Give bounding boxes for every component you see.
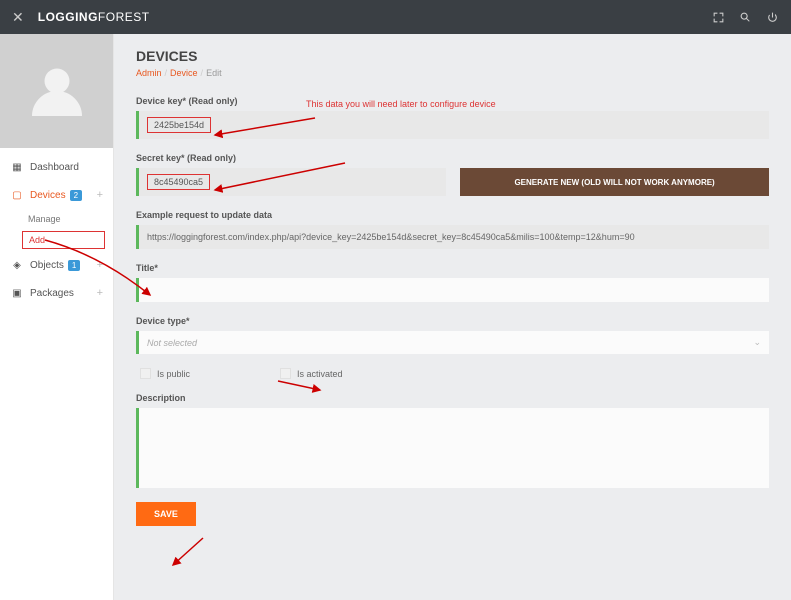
secret-key-label: Secret key* (Read only) — [136, 153, 769, 163]
breadcrumb: Admin/Device/Edit — [136, 68, 769, 78]
device-type-placeholder: Not selected — [147, 338, 197, 348]
sidebar-item-dashboard[interactable]: ▦ Dashboard — [0, 154, 113, 181]
plus-icon[interactable]: + — [97, 287, 103, 299]
device-type-select[interactable]: Not selected ⌄ — [136, 331, 769, 354]
sidebar-item-label: Devices — [30, 190, 66, 201]
secret-key-field: 8c45490ca5 — [136, 168, 446, 196]
objects-icon: ◈ — [10, 260, 24, 271]
example-request-field: https://loggingforest.com/index.php/api?… — [136, 225, 769, 249]
sidebar-item-packages[interactable]: ▣ Packages + — [0, 279, 113, 307]
is-public-checkbox[interactable]: Is public — [140, 368, 190, 379]
sidebar-item-devices[interactable]: ▢ Devices 2 + — [0, 181, 113, 209]
objects-badge: 1 — [68, 260, 80, 271]
example-request-value: https://loggingforest.com/index.php/api?… — [147, 232, 635, 242]
chevron-down-icon: ⌄ — [753, 337, 761, 348]
sidebar-sub-manage[interactable]: Manage — [0, 209, 113, 229]
is-activated-checkbox[interactable]: Is activated — [280, 368, 343, 379]
crumb-edit: Edit — [206, 68, 222, 78]
sidebar-item-label: Packages — [30, 288, 74, 299]
description-input[interactable] — [136, 408, 769, 488]
plus-icon[interactable]: + — [97, 259, 103, 271]
config-note: This data you will need later to configu… — [306, 99, 496, 109]
device-key-value: 2425be154d — [147, 117, 211, 133]
main-content: DEVICES Admin/Device/Edit Device key* (R… — [114, 34, 791, 600]
packages-icon: ▣ — [10, 288, 24, 299]
secret-key-value: 8c45490ca5 — [147, 174, 210, 190]
is-activated-label: Is activated — [297, 369, 343, 379]
grid-icon: ▦ — [10, 162, 24, 173]
sidebar-item-label: Dashboard — [30, 162, 79, 173]
example-request-label: Example request to update data — [136, 210, 769, 220]
close-icon[interactable]: ✕ — [12, 9, 24, 26]
title-label: Title* — [136, 263, 769, 273]
avatar — [0, 34, 113, 148]
crumb-admin[interactable]: Admin — [136, 68, 162, 78]
is-public-label: Is public — [157, 369, 190, 379]
save-button[interactable]: SAVE — [136, 502, 196, 526]
sidebar-sub-add[interactable]: Add — [22, 231, 105, 249]
device-icon: ▢ — [10, 190, 24, 201]
device-key-field: 2425be154d — [136, 111, 769, 139]
plus-icon[interactable]: + — [97, 189, 103, 201]
sidebar: ▦ Dashboard ▢ Devices 2 + Manage Add ◈ O… — [0, 34, 114, 600]
generate-new-button[interactable]: GENERATE NEW (OLD WILL NOT WORK ANYMORE) — [460, 168, 769, 196]
page-title: DEVICES — [136, 48, 769, 64]
description-label: Description — [136, 393, 769, 403]
power-icon[interactable] — [766, 11, 779, 24]
sidebar-item-label: Objects — [30, 260, 64, 271]
device-type-label: Device type* — [136, 316, 769, 326]
search-icon[interactable] — [739, 11, 752, 24]
sidebar-item-objects[interactable]: ◈ Objects 1 + — [0, 251, 113, 279]
devices-badge: 2 — [70, 190, 82, 201]
fullscreen-icon[interactable] — [712, 11, 725, 24]
crumb-device[interactable]: Device — [170, 68, 198, 78]
brand-logo: LOGGINGFOREST — [38, 10, 150, 24]
title-input[interactable] — [136, 278, 769, 302]
